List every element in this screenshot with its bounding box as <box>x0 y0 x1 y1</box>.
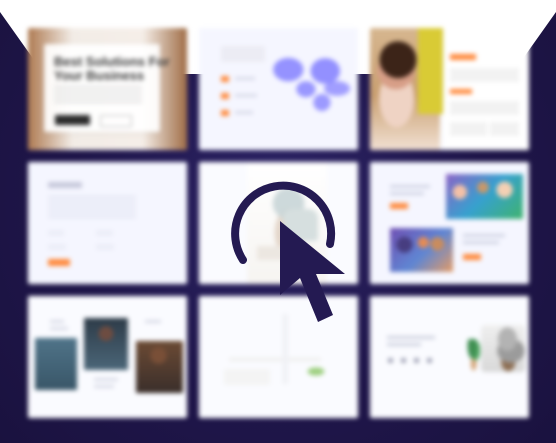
chip-shape <box>96 244 114 250</box>
chip-shape <box>48 230 64 236</box>
list-line <box>235 111 253 114</box>
tile-copy-lines <box>54 86 142 104</box>
list-line <box>235 94 257 97</box>
text-line <box>50 320 64 323</box>
form-field-shape <box>450 68 519 82</box>
text-line <box>387 343 421 346</box>
team-photo <box>446 174 523 219</box>
team-photo <box>390 228 453 272</box>
list-marker <box>221 110 229 116</box>
template-tile-team[interactable] <box>370 162 529 284</box>
small-icon <box>401 358 406 363</box>
text-line <box>390 185 430 188</box>
chip-shape <box>48 244 66 250</box>
world-map-icon <box>269 50 353 120</box>
person-photo <box>35 338 77 390</box>
content-card-shape <box>224 369 270 385</box>
accent-bar <box>390 203 408 209</box>
template-tile-people[interactable] <box>28 296 187 418</box>
tile-heading-block <box>48 182 82 188</box>
template-tile-furniture[interactable] <box>370 296 529 418</box>
template-tile-contact[interactable] <box>28 162 187 284</box>
person-photo <box>84 318 128 370</box>
text-line <box>390 192 424 195</box>
accent-bar <box>463 254 481 260</box>
secondary-button-shape <box>100 115 132 127</box>
template-grid: Best Solutions For Your Business <box>28 28 529 418</box>
list-line <box>235 77 255 80</box>
plant-icon <box>303 365 329 378</box>
text-line <box>463 234 505 237</box>
tile-heading-block <box>221 46 265 62</box>
screenshot-root: { "tiles": [ { "title": "Best Solutions … <box>0 0 556 443</box>
floor-shape <box>257 246 312 260</box>
form-field-shape <box>450 122 487 136</box>
text-line <box>50 327 68 330</box>
list-marker <box>221 93 229 99</box>
text-line <box>463 241 499 244</box>
tile-title: Best Solutions For Your Business <box>54 54 170 83</box>
small-icon <box>414 358 419 363</box>
text-line <box>94 378 118 381</box>
template-tile-portrait[interactable] <box>370 28 529 150</box>
text-line <box>387 336 435 339</box>
text-line <box>94 385 114 388</box>
small-icon <box>388 358 393 363</box>
small-icon <box>427 358 432 363</box>
primary-button-shape <box>55 115 90 125</box>
template-tile-business[interactable]: Best Solutions For Your Business <box>28 28 187 150</box>
accent-bar <box>450 89 472 94</box>
form-field-shape <box>490 122 519 136</box>
template-tile-map[interactable] <box>199 28 358 150</box>
form-field-shape <box>450 101 519 115</box>
template-tile-lamp[interactable] <box>199 162 358 284</box>
armchair-photo <box>481 325 525 372</box>
accent-bar <box>450 54 476 60</box>
chip-shape <box>96 230 113 236</box>
yellow-panel <box>418 28 443 114</box>
template-tile-minimal[interactable] <box>199 296 358 418</box>
contact-button-shape <box>48 259 70 266</box>
text-line <box>145 320 161 323</box>
tile-copy-lines <box>48 196 136 220</box>
chair-shape <box>283 209 318 241</box>
list-marker <box>221 76 229 82</box>
person-photo <box>136 341 183 393</box>
